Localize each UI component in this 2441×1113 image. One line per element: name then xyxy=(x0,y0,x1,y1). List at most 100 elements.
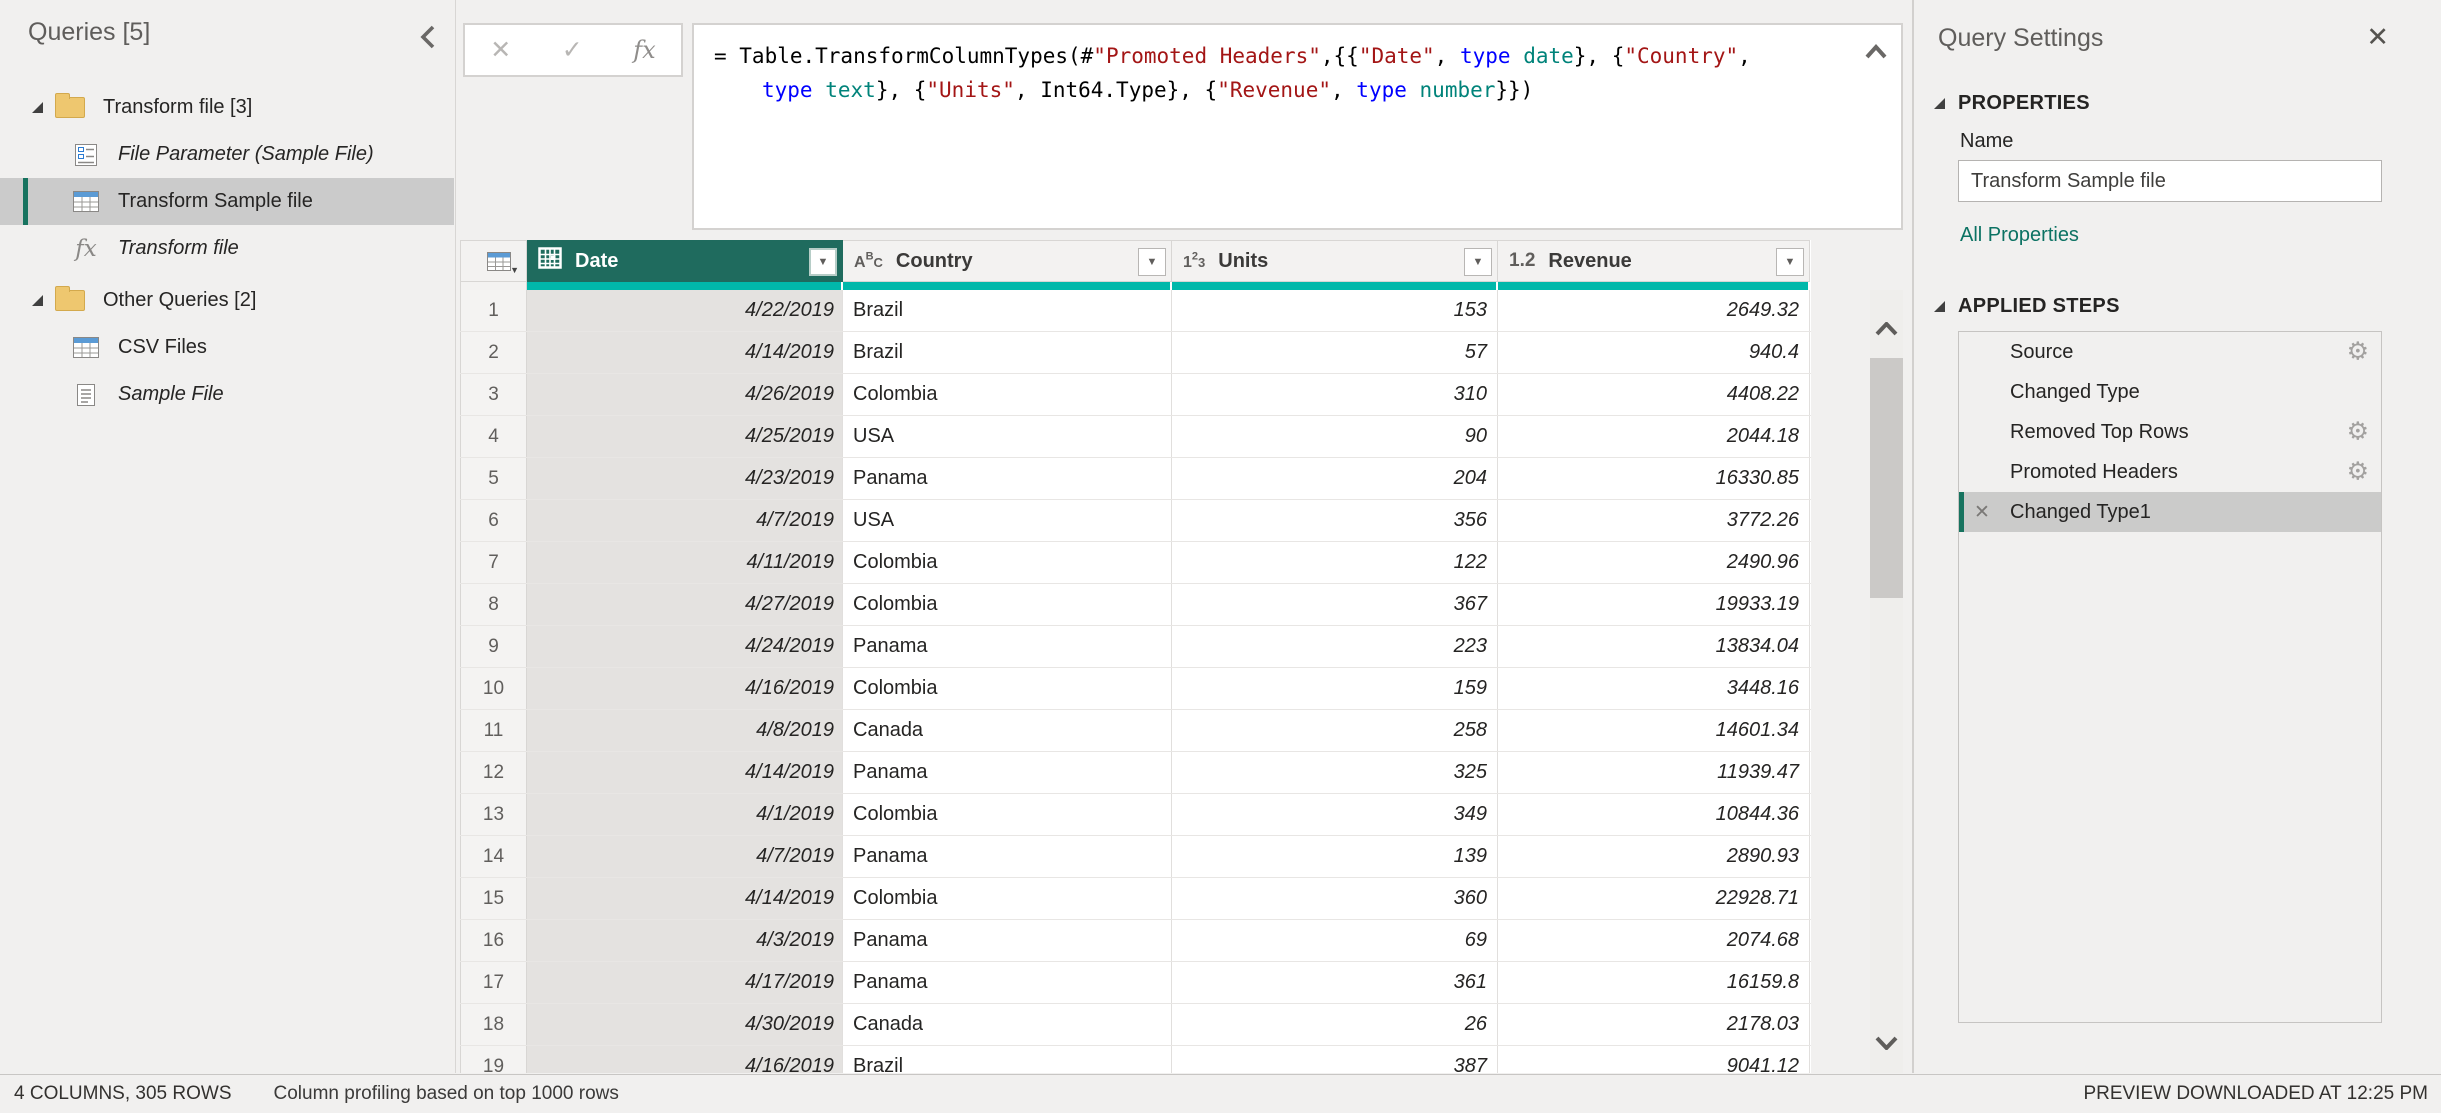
column-filter-button[interactable]: ▼ xyxy=(1138,248,1166,276)
properties-section-header[interactable]: PROPERTIES xyxy=(1934,92,2090,115)
add-step-fx-icon[interactable]: fx xyxy=(633,38,655,62)
query-name-input[interactable] xyxy=(1958,160,2382,202)
cell-revenue[interactable]: 2074.68 xyxy=(1498,920,1810,961)
scroll-up-icon[interactable] xyxy=(1875,322,1898,341)
table-row[interactable]: 154/14/2019Colombia36022928.71 xyxy=(460,878,1811,920)
cell-revenue[interactable]: 2890.93 xyxy=(1498,836,1810,877)
profiling-status[interactable]: Column profiling based on top 1000 rows xyxy=(274,1083,619,1105)
cell-date[interactable]: 4/16/2019 xyxy=(527,668,843,709)
row-number[interactable]: 14 xyxy=(460,836,527,877)
commit-formula-icon[interactable]: ✓ xyxy=(562,38,583,63)
table-row[interactable]: 94/24/2019Panama22313834.04 xyxy=(460,626,1811,668)
table-row[interactable]: 174/17/2019Panama36116159.8 xyxy=(460,962,1811,1004)
cell-country[interactable]: Colombia xyxy=(843,794,1172,835)
grid-vertical-scrollbar[interactable] xyxy=(1870,290,1903,1073)
applied-steps-section-header[interactable]: APPLIED STEPS xyxy=(1934,295,2120,318)
row-number[interactable]: 11 xyxy=(460,710,527,751)
row-number[interactable]: 17 xyxy=(460,962,527,1003)
table-row[interactable]: 104/16/2019Colombia1593448.16 xyxy=(460,668,1811,710)
row-number[interactable]: 3 xyxy=(460,374,527,415)
cell-revenue[interactable]: 10844.36 xyxy=(1498,794,1810,835)
cell-date[interactable]: 4/22/2019 xyxy=(527,290,843,331)
cell-date[interactable]: 4/26/2019 xyxy=(527,374,843,415)
table-row[interactable]: 184/30/2019Canada262178.03 xyxy=(460,1004,1811,1046)
column-header-country[interactable]: ABCCountry▼ xyxy=(843,240,1172,282)
table-row[interactable]: 34/26/2019Colombia3104408.22 xyxy=(460,374,1811,416)
cell-country[interactable]: Panama xyxy=(843,626,1172,667)
select-all-columns-button[interactable]: ▼ xyxy=(460,240,527,282)
cell-date[interactable]: 4/8/2019 xyxy=(527,710,843,751)
table-row[interactable]: 84/27/2019Colombia36719933.19 xyxy=(460,584,1811,626)
row-number[interactable]: 9 xyxy=(460,626,527,667)
row-number[interactable]: 8 xyxy=(460,584,527,625)
cell-country[interactable]: Panama xyxy=(843,920,1172,961)
cell-country[interactable]: Panama xyxy=(843,962,1172,1003)
cell-date[interactable]: 4/1/2019 xyxy=(527,794,843,835)
cell-country[interactable]: Canada xyxy=(843,710,1172,751)
cell-country[interactable]: Brazil xyxy=(843,290,1172,331)
expand-triangle-icon[interactable] xyxy=(32,102,43,113)
cell-units[interactable]: 90 xyxy=(1172,416,1498,457)
cell-date[interactable]: 4/11/2019 xyxy=(527,542,843,583)
delete-step-icon[interactable]: ✕ xyxy=(1974,501,1990,524)
row-number[interactable]: 4 xyxy=(460,416,527,457)
cell-country[interactable]: Canada xyxy=(843,1004,1172,1045)
row-number[interactable]: 5 xyxy=(460,458,527,499)
row-number[interactable]: 16 xyxy=(460,920,527,961)
cell-units[interactable]: 153 xyxy=(1172,290,1498,331)
table-row[interactable]: 124/14/2019Panama32511939.47 xyxy=(460,752,1811,794)
cell-date[interactable]: 4/23/2019 xyxy=(527,458,843,499)
cell-country[interactable]: Colombia xyxy=(843,878,1172,919)
cell-units[interactable]: 387 xyxy=(1172,1046,1498,1073)
cell-revenue[interactable]: 16330.85 xyxy=(1498,458,1810,499)
table-row[interactable]: 144/7/2019Panama1392890.93 xyxy=(460,836,1811,878)
cell-revenue[interactable]: 4408.22 xyxy=(1498,374,1810,415)
query-item-row[interactable]: File Parameter (Sample File) xyxy=(0,131,454,178)
step-settings-gear-icon[interactable]: ⚙ xyxy=(2347,420,2369,445)
cell-date[interactable]: 4/25/2019 xyxy=(527,416,843,457)
cell-units[interactable]: 204 xyxy=(1172,458,1498,499)
applied-step-row[interactable]: Changed Type xyxy=(1959,372,2381,412)
applied-step-row[interactable]: Source⚙ xyxy=(1959,332,2381,372)
cell-country[interactable]: Colombia xyxy=(843,668,1172,709)
table-row[interactable]: 24/14/2019Brazil57940.4 xyxy=(460,332,1811,374)
cell-units[interactable]: 361 xyxy=(1172,962,1498,1003)
cell-date[interactable]: 4/3/2019 xyxy=(527,920,843,961)
cell-country[interactable]: Panama xyxy=(843,458,1172,499)
cell-date[interactable]: 4/27/2019 xyxy=(527,584,843,625)
column-filter-button[interactable]: ▼ xyxy=(1464,248,1492,276)
cell-country[interactable]: Colombia xyxy=(843,542,1172,583)
cell-country[interactable]: Panama xyxy=(843,752,1172,793)
cell-units[interactable]: 57 xyxy=(1172,332,1498,373)
row-number[interactable]: 13 xyxy=(460,794,527,835)
cell-date[interactable]: 4/7/2019 xyxy=(527,836,843,877)
cell-units[interactable]: 159 xyxy=(1172,668,1498,709)
formula-bar[interactable]: = Table.TransformColumnTypes(#"Promoted … xyxy=(692,23,1903,230)
table-row[interactable]: 74/11/2019Colombia1222490.96 xyxy=(460,542,1811,584)
expand-triangle-icon[interactable] xyxy=(32,295,43,306)
row-number[interactable]: 12 xyxy=(460,752,527,793)
collapse-queries-pane-icon[interactable] xyxy=(417,24,439,50)
query-item-row[interactable]: fxTransform file xyxy=(0,225,454,272)
cell-country[interactable]: USA xyxy=(843,416,1172,457)
table-row[interactable]: 164/3/2019Panama692074.68 xyxy=(460,920,1811,962)
cell-revenue[interactable]: 3772.26 xyxy=(1498,500,1810,541)
formula-code[interactable]: = Table.TransformColumnTypes(#"Promoted … xyxy=(694,25,1901,107)
query-group-row[interactable]: Transform file [3] xyxy=(0,84,454,131)
query-item-row[interactable]: CSV Files xyxy=(0,324,454,371)
step-settings-gear-icon[interactable]: ⚙ xyxy=(2347,340,2369,365)
cell-units[interactable]: 325 xyxy=(1172,752,1498,793)
table-row[interactable]: 134/1/2019Colombia34910844.36 xyxy=(460,794,1811,836)
cell-date[interactable]: 4/14/2019 xyxy=(527,878,843,919)
row-number[interactable]: 7 xyxy=(460,542,527,583)
scroll-down-icon[interactable] xyxy=(1875,1036,1898,1055)
cell-revenue[interactable]: 940.4 xyxy=(1498,332,1810,373)
applied-step-row[interactable]: Removed Top Rows⚙ xyxy=(1959,412,2381,452)
cell-date[interactable]: 4/30/2019 xyxy=(527,1004,843,1045)
table-row[interactable]: 14/22/2019Brazil1532649.32 xyxy=(460,290,1811,332)
cell-revenue[interactable]: 9041.12 xyxy=(1498,1046,1810,1073)
cell-country[interactable]: USA xyxy=(843,500,1172,541)
cell-units[interactable]: 223 xyxy=(1172,626,1498,667)
cell-units[interactable]: 69 xyxy=(1172,920,1498,961)
cell-revenue[interactable]: 2178.03 xyxy=(1498,1004,1810,1045)
